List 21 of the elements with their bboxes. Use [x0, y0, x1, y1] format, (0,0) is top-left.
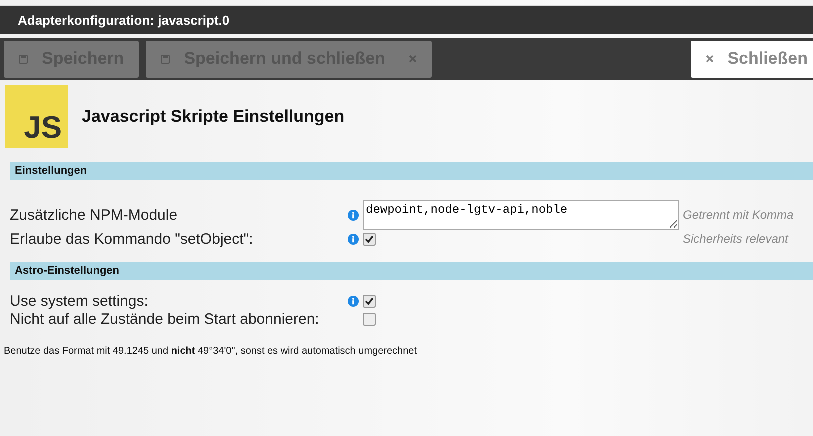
- field-label: Zusätzliche NPM-Module: [9, 206, 179, 224]
- js-logo: JS: [5, 85, 68, 148]
- checkbox[interactable]: [363, 294, 376, 308]
- field-label: Use system settings:: [9, 292, 150, 310]
- npm-modules-field[interactable]: dewpoint,node-lgtv-api,noble: [363, 200, 679, 230]
- field-label: Erlaube das Kommando "setObject":: [9, 230, 254, 248]
- hint-text: Sicherheits relevant: [683, 232, 788, 246]
- section-header: Einstellungen: [10, 162, 813, 180]
- checkbox[interactable]: [363, 312, 376, 326]
- hint-text: Getrennt mit Komma: [683, 208, 794, 222]
- format-note: Benutze das Format mit 49.1245 und nicht 49°34'0", sonst es wird automatisch umgerechnet: [4, 346, 418, 357]
- checkbox[interactable]: [363, 232, 376, 246]
- window-title: Adapterkonfiguration: javascript.0: [18, 12, 230, 28]
- page-heading: Javascript Skripte Einstellungen: [82, 106, 345, 126]
- close-icon: [706, 55, 714, 63]
- close-button[interactable]: Schließen: [690, 40, 813, 78]
- info-icon[interactable]: [348, 234, 359, 244]
- section-header: Astro-Einstellungen: [10, 262, 813, 280]
- info-icon[interactable]: [348, 296, 359, 306]
- field-label: Nicht auf alle Zustände beim Start abonnieren:: [9, 310, 320, 328]
- info-icon[interactable]: [348, 210, 359, 220]
